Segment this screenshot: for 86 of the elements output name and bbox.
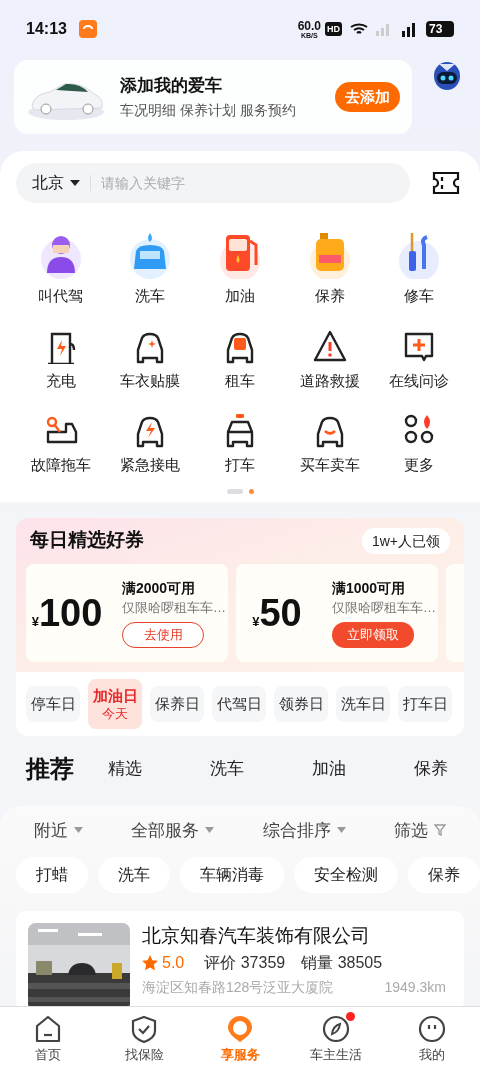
- coupon[interactable]: ¥50 满1000可用 仅限哈啰租车车… 立即领取: [236, 563, 438, 662]
- day-tab[interactable]: 代驾日: [212, 685, 266, 722]
- section-title: 推荐: [26, 753, 74, 784]
- smiley-face-icon: [418, 1015, 446, 1043]
- caret-icon: [70, 180, 80, 186]
- service-chip[interactable]: 打蜡: [16, 857, 88, 893]
- home-icon: [34, 1015, 62, 1043]
- category-tab[interactable]: 精选: [108, 755, 210, 782]
- battery-level: 73: [426, 21, 454, 37]
- service-label[interactable]: 叫代驾: [38, 285, 84, 308]
- compass-icon: [322, 1015, 350, 1043]
- nav-tab[interactable]: 找保险: [96, 1007, 192, 1073]
- nav-tab[interactable]: 车主生活: [288, 1007, 384, 1073]
- signal-icon: [374, 22, 392, 36]
- service-label[interactable]: 道路救援: [299, 369, 360, 392]
- coupon-note: 仅限哈啰租车车…: [332, 598, 436, 617]
- day-tab[interactable]: 加油日 今天: [88, 678, 142, 729]
- caret-icon: [74, 827, 83, 834]
- day-tab[interactable]: 停车日: [26, 685, 80, 722]
- review-count: 评价 37359: [204, 953, 286, 973]
- service-label[interactable]: 在线问诊: [389, 369, 450, 392]
- category-tab[interactable]: 保养: [414, 755, 480, 782]
- filter-option[interactable]: 筛选: [394, 817, 428, 843]
- caret-icon: [205, 827, 215, 834]
- currency-symbol: ¥: [31, 613, 39, 631]
- card-title: 添加我的爱车: [120, 75, 223, 97]
- service-label[interactable]: 更多: [404, 454, 435, 477]
- wifi-icon: [350, 22, 368, 36]
- service-label[interactable]: 加油: [225, 285, 255, 308]
- category-tab[interactable]: 加油: [312, 755, 414, 782]
- network-speed: 60.0: [297, 19, 321, 32]
- service-chip[interactable]: 洗车: [98, 857, 170, 893]
- day-tab[interactable]: 洗车日: [336, 685, 390, 722]
- service-label[interactable]: 车衣贴膜: [120, 369, 181, 392]
- use-coupon-button[interactable]: 去使用: [122, 621, 204, 648]
- currency-symbol: ¥: [252, 613, 260, 631]
- coupon-condition: 满1000可用: [332, 578, 407, 598]
- today-label: 今天: [102, 705, 128, 722]
- shop-card[interactable]: 北京知春汽车装饰有限公司 5.0 评价 37359 销量 38505 海淀区知春路128号泛亚大厦院 1949.3km: [16, 911, 464, 1006]
- star-icon: [142, 955, 158, 971]
- service-label[interactable]: 洗车: [135, 285, 166, 308]
- filter-icon: [434, 824, 446, 837]
- filter-option[interactable]: 全部服务: [131, 817, 200, 843]
- claimed-count-badge: 1w+人已领: [361, 527, 450, 554]
- app-notification-icon: [78, 20, 97, 38]
- caret-icon: [336, 827, 346, 834]
- coupon-amount: 50: [259, 593, 302, 632]
- distance: 1949.3km: [384, 978, 446, 997]
- hd-badge: HD: [325, 22, 342, 36]
- service-label[interactable]: 保养: [314, 285, 345, 308]
- claim-coupon-button[interactable]: 立即领取: [332, 621, 414, 648]
- sales-count: 销量 38505: [301, 953, 383, 973]
- city-selector[interactable]: 北京: [32, 171, 64, 195]
- service-label[interactable]: 故障拖车: [30, 454, 91, 477]
- service-label[interactable]: 打车: [225, 454, 255, 477]
- nav-tab[interactable]: 我的: [384, 1007, 480, 1073]
- service-label[interactable]: 修车: [404, 285, 435, 308]
- shop-address: 海淀区知春路128号泛亚大厦院: [142, 978, 334, 997]
- service-chip[interactable]: 车辆消毒: [180, 857, 284, 893]
- service-chip[interactable]: 安全检测: [294, 857, 398, 893]
- coupon-condition: 满2000可用: [122, 578, 197, 598]
- filter-option[interactable]: 综合排序: [262, 817, 331, 843]
- location-pin-icon: [226, 1015, 254, 1043]
- service-label[interactable]: 租车: [225, 369, 255, 392]
- day-tab[interactable]: 打车日: [398, 685, 452, 722]
- day-tab[interactable]: 保养日: [150, 685, 204, 722]
- coupon-note: 仅限哈啰租车车…: [122, 598, 226, 617]
- rating-score: 5.0: [162, 953, 185, 973]
- category-tab[interactable]: 洗车: [210, 755, 312, 782]
- service-label[interactable]: 买车卖车: [299, 454, 360, 477]
- clock-time: 14:13: [26, 19, 67, 39]
- nav-tab[interactable]: 首页: [0, 1007, 96, 1073]
- day-tab[interactable]: 领券日: [274, 685, 328, 722]
- service-label[interactable]: 充电: [45, 369, 76, 392]
- card-subtitle: 车况明细 保养计划 服务预约: [120, 101, 297, 120]
- robot-assistant-icon[interactable]: [432, 60, 462, 92]
- search-field[interactable]: 北京 请输入关键字: [16, 163, 410, 203]
- coupon-amount: 100: [38, 593, 103, 632]
- service-chip[interactable]: 保养: [408, 857, 480, 893]
- shield-icon: [130, 1015, 158, 1043]
- service-label[interactable]: 紧急接电: [120, 454, 181, 477]
- shop-name[interactable]: 北京知春汽车装饰有限公司: [142, 923, 446, 949]
- ticket-icon[interactable]: [432, 171, 460, 195]
- coupon-section-title: 每日精选好券: [30, 528, 144, 553]
- coupon[interactable]: ¥100 满2000可用 仅限哈啰租车车… 去使用: [26, 563, 228, 662]
- filter-option[interactable]: 附近: [34, 817, 68, 843]
